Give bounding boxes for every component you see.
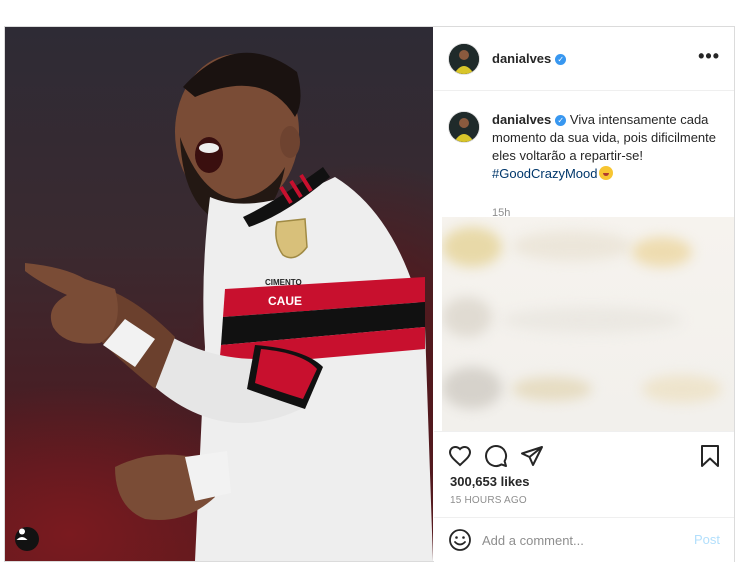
post-side-panel: danialves ✓ ••• danialves ✓ Viva intensame…: [434, 27, 734, 562]
author-avatar-image: [449, 44, 479, 74]
grinning-face-emoji-icon: [598, 166, 613, 180]
comment-bubble-icon[interactable]: [484, 444, 508, 468]
caption-author-avatar[interactable]: [449, 112, 479, 142]
verified-badge-icon: ✓: [555, 54, 567, 65]
comment-input[interactable]: [482, 530, 682, 550]
paper-plane-icon[interactable]: [520, 444, 544, 468]
blurred-comments-area: [442, 217, 734, 431]
smiley-icon[interactable]: [448, 528, 472, 552]
post-photo[interactable]: CIMENTO CAUE: [5, 27, 433, 561]
more-options-icon[interactable]: •••: [698, 47, 720, 65]
post-actions: 300,653 likes 15 HOURS AGO: [434, 431, 734, 518]
post-header: danialves ✓ •••: [434, 27, 734, 91]
comment-box: Post: [434, 517, 734, 562]
caption-text: danialves ✓ Viva intensamente cada moment…: [492, 111, 718, 183]
heart-icon[interactable]: [448, 444, 472, 468]
caption-username[interactable]: danialves: [492, 112, 551, 127]
author-avatar[interactable]: [449, 44, 479, 74]
caption-hashtag[interactable]: #GoodCrazyMood: [492, 166, 598, 181]
shirt-sponsor-line2: CAUE: [268, 294, 302, 308]
author-username[interactable]: danialves ✓: [492, 51, 567, 66]
bookmark-icon[interactable]: [698, 444, 722, 468]
author-username-text[interactable]: danialves: [492, 51, 551, 66]
caption-section: danialves ✓ Viva intensamente cada moment…: [434, 91, 734, 219]
post-timestamp[interactable]: 15 HOURS AGO: [450, 495, 527, 506]
tagged-user-icon[interactable]: [15, 527, 39, 551]
shirt-sponsor-line1: CIMENTO: [265, 278, 302, 287]
post-comment-button[interactable]: Post: [694, 532, 720, 547]
caption-verified-badge-icon: ✓: [555, 115, 567, 126]
likes-count[interactable]: 300,653 likes: [450, 474, 530, 489]
user-avatar-icon: [16, 528, 28, 540]
player-illustration: CIMENTO CAUE: [25, 52, 433, 561]
caption-avatar-image: [449, 112, 479, 142]
